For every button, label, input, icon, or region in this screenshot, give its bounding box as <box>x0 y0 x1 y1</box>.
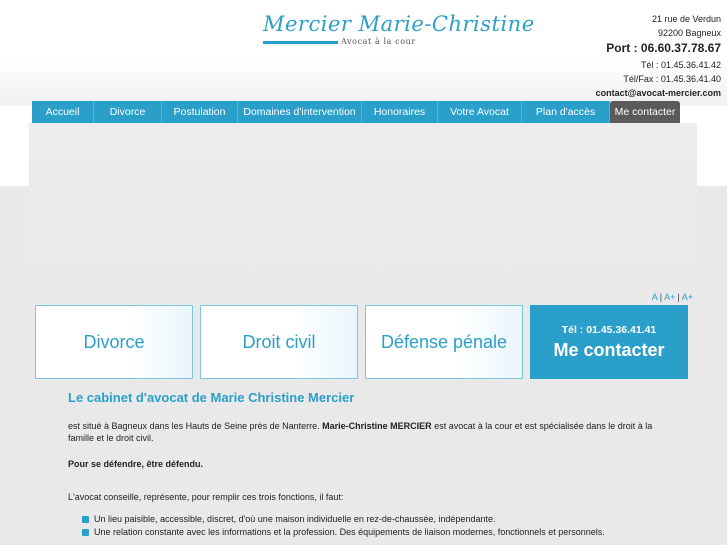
motto-paragraph: Pour se défendre, être défendu. <box>68 459 204 469</box>
tile-divorce-label: Divorce <box>83 331 145 352</box>
logo-underline <box>263 41 338 44</box>
telfax-phone: Tél/Fax : 01.45.36.41.40 <box>623 74 721 84</box>
list-item: Une relation constante avec les informat… <box>82 526 668 539</box>
functions-paragraph: L'avocat conseille, représente, pour rem… <box>68 492 344 502</box>
font-size-separator: | <box>677 292 680 302</box>
tile-contact-label: Me contacter <box>553 339 665 360</box>
tile-me-contacter[interactable]: Tél : 01.45.36.41.41 Me contacter <box>530 305 688 379</box>
intro-name: Marie-Christine MERCIER <box>322 421 432 431</box>
page-title: Le cabinet d'avocat de Marie Christine M… <box>68 390 355 405</box>
intro-text-start: est situé à Bagneux dans les Hauts de Se… <box>68 421 323 431</box>
site-logo[interactable]: Mercier Marie-Christine Avocat à la cour <box>263 12 534 48</box>
font-size-large[interactable]: A+ <box>682 292 693 302</box>
nav-item-plan-acces[interactable]: Plan d'accès <box>522 101 610 123</box>
nav-item-honoraires[interactable]: Honoraires <box>362 101 438 123</box>
nav-item-domaines[interactable]: Domaines d'intervention <box>238 101 362 123</box>
port-phone: Port : 06.60.37.78.67 <box>606 41 721 55</box>
main-nav: Accueil Divorce Postulation Domaines d'i… <box>32 101 692 123</box>
tile-divorce[interactable]: Divorce <box>35 305 193 379</box>
requirements-list: Un lieu paisible, accessible, discret, d… <box>68 513 668 539</box>
nav-item-accueil[interactable]: Accueil <box>32 101 94 123</box>
address-line-1: 21 rue de Verdun <box>651 14 721 24</box>
font-size-small[interactable]: A <box>652 292 658 302</box>
font-size-controls: A | A+ | A+ <box>652 292 693 302</box>
logo-name: Mercier Marie-Christine <box>263 12 535 36</box>
tel-phone: Tél : 01.45.36.41.42 <box>640 60 721 70</box>
intro-paragraph: est situé à Bagneux dans les Hauts de Se… <box>68 420 668 444</box>
tile-defense-penale[interactable]: Défense pénale <box>365 305 523 379</box>
tile-defense-penale-label: Défense pénale <box>380 331 508 352</box>
font-size-medium[interactable]: A+ <box>664 292 675 302</box>
nav-item-divorce[interactable]: Divorce <box>94 101 162 123</box>
address-line-2: 92200 Bagneux <box>657 28 721 38</box>
nav-item-me-contacter[interactable]: Me contacter <box>610 101 680 123</box>
tile-droit-civil-label: Droit civil <box>242 331 316 352</box>
tile-droit-civil[interactable]: Droit civil <box>200 305 358 379</box>
main-content: Le cabinet d'avocat de Marie Christine M… <box>68 390 668 539</box>
logo-subtitle: Avocat à la cour <box>341 37 416 46</box>
nav-item-postulation[interactable]: Postulation <box>162 101 238 123</box>
font-size-separator: | <box>659 292 663 302</box>
tile-contact-tel: Tél : 01.45.36.41.41 <box>561 323 657 336</box>
banner-area <box>29 123 697 287</box>
list-item: Un lieu paisible, accessible, discret, d… <box>82 513 668 526</box>
header-contact-info: 21 rue de Verdun 92200 Bagneux Port : 06… <box>596 12 721 100</box>
nav-item-votre-avocat[interactable]: Votre Avocat <box>438 101 522 123</box>
email-link[interactable]: contact@avocat-mercier.com <box>596 86 721 100</box>
